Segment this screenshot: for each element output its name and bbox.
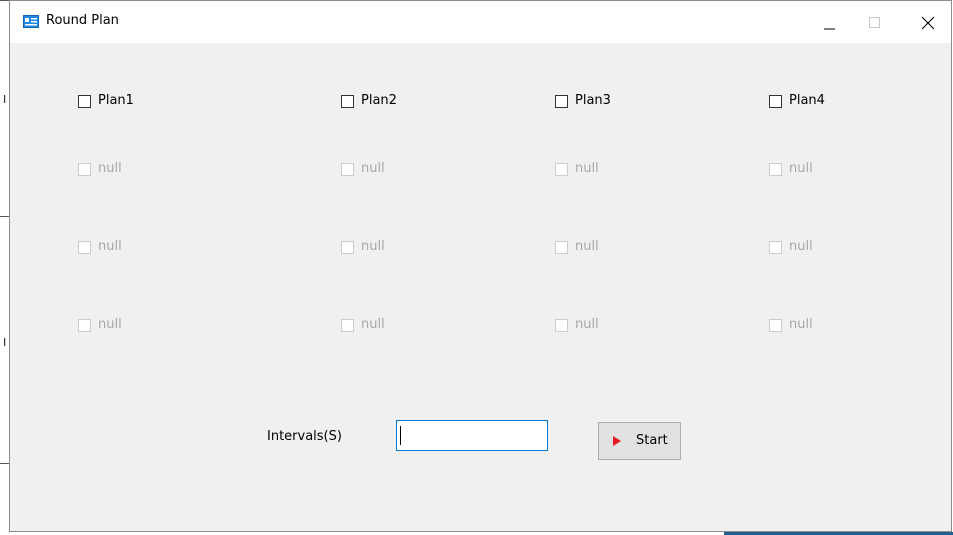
checkbox-label: null: [575, 317, 599, 332]
minimize-button[interactable]: [806, 1, 852, 43]
disabled-checkbox-r1c4: null: [769, 159, 813, 179]
background-glyph: I: [3, 93, 7, 106]
window-title: Round Plan: [46, 13, 119, 28]
intervals-label: Intervals(S): [267, 429, 342, 444]
plan3-checkbox[interactable]: Plan3: [555, 91, 611, 111]
disabled-checkbox-r3c1: null: [78, 315, 122, 335]
plan4-checkbox[interactable]: Plan4: [769, 91, 825, 111]
checkbox-box[interactable]: [78, 94, 91, 108]
disabled-checkbox-r2c1: null: [78, 237, 122, 257]
disabled-checkbox-r2c4: null: [769, 237, 813, 257]
round-plan-window: Round Plan Plan1 Plan2 Plan3 Plan4 null …: [9, 0, 952, 532]
checkbox-box: [341, 240, 354, 254]
checkbox-box: [555, 318, 568, 332]
checkbox-label: null: [98, 317, 122, 332]
form-window-icon: [23, 15, 39, 28]
background-glyph: I: [3, 336, 7, 349]
close-button[interactable]: [905, 1, 951, 43]
checkbox-label: null: [789, 239, 813, 254]
maximize-icon: [869, 17, 880, 28]
checkbox-label: null: [361, 317, 385, 332]
checkbox-label: null: [575, 239, 599, 254]
intervals-input[interactable]: [396, 420, 548, 451]
disabled-checkbox-r3c3: null: [555, 315, 599, 335]
maximize-button[interactable]: [852, 1, 898, 43]
checkbox-box: [555, 240, 568, 254]
minimize-icon: [824, 28, 835, 30]
background-line: [0, 463, 9, 464]
checkbox-label: Plan4: [789, 93, 825, 108]
background-line: [0, 216, 9, 217]
checkbox-box: [555, 162, 568, 176]
disabled-checkbox-r1c1: null: [78, 159, 122, 179]
checkbox-box: [78, 240, 91, 254]
checkbox-box: [341, 162, 354, 176]
checkbox-box: [341, 318, 354, 332]
plan1-checkbox[interactable]: Plan1: [78, 91, 134, 111]
checkbox-label: null: [361, 239, 385, 254]
disabled-checkbox-r1c2: null: [341, 159, 385, 179]
checkbox-box: [769, 162, 782, 176]
start-button[interactable]: Start: [598, 422, 681, 460]
checkbox-label: Plan1: [98, 93, 134, 108]
close-icon: [921, 16, 935, 30]
checkbox-box: [78, 162, 91, 176]
checkbox-box: [769, 318, 782, 332]
play-icon: [613, 436, 621, 446]
plan2-checkbox[interactable]: Plan2: [341, 91, 397, 111]
title-bar[interactable]: Round Plan: [10, 1, 951, 43]
background-line: [0, 0, 9, 1]
disabled-checkbox-r2c3: null: [555, 237, 599, 257]
disabled-checkbox-r3c4: null: [769, 315, 813, 335]
checkbox-label: null: [98, 161, 122, 176]
checkbox-box[interactable]: [769, 94, 782, 108]
checkbox-box[interactable]: [555, 94, 568, 108]
checkbox-box: [769, 240, 782, 254]
checkbox-label: null: [98, 239, 122, 254]
checkbox-label: null: [361, 161, 385, 176]
checkbox-label: null: [789, 317, 813, 332]
checkbox-label: null: [789, 161, 813, 176]
checkbox-label: Plan3: [575, 93, 611, 108]
checkbox-box[interactable]: [341, 94, 354, 108]
disabled-checkbox-r1c3: null: [555, 159, 599, 179]
text-caret: [400, 426, 401, 445]
disabled-checkbox-r2c2: null: [341, 237, 385, 257]
checkbox-label: Plan2: [361, 93, 397, 108]
disabled-checkbox-r3c2: null: [341, 315, 385, 335]
checkbox-label: null: [575, 161, 599, 176]
checkbox-box: [78, 318, 91, 332]
start-button-label: Start: [636, 433, 668, 448]
